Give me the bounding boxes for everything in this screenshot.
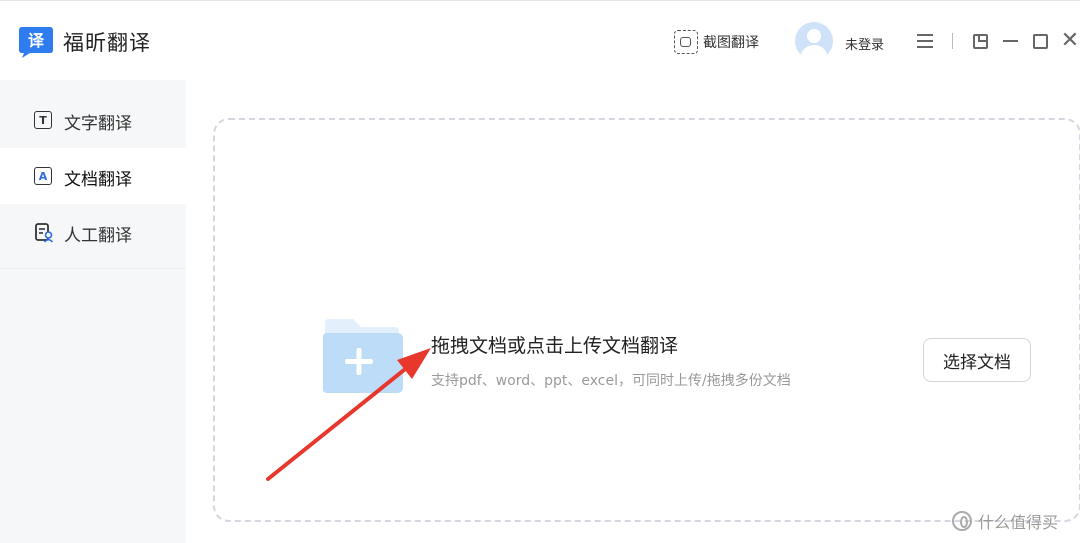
upload-title: 拖拽文档或点击上传文档翻译 <box>431 335 679 357</box>
app-logo-glyph: 译 <box>28 31 45 50</box>
title-bar: 译 福昕翻译 截图翻译 未登录 ✕ <box>0 0 1080 80</box>
close-icon[interactable]: ✕ <box>1060 30 1080 52</box>
sidebar-item-text-translate[interactable]: T 文字翻译 <box>0 92 186 148</box>
app-logo-icon: 译 <box>19 27 53 58</box>
screenshot-translate-label: 截图翻译 <box>703 35 759 51</box>
sidebar-divider <box>0 268 186 269</box>
human-translate-icon <box>35 223 54 243</box>
screenshot-translate-button[interactable]: 截图翻译 <box>674 30 759 54</box>
text-translate-icon: T <box>34 111 52 129</box>
sidebar-item-label: 文字翻译 <box>64 114 132 134</box>
avatar-body <box>801 45 827 60</box>
upload-hint: 支持pdf、word、ppt、excel，可同时上传/拖拽多份文档 <box>431 373 791 389</box>
folder-add-icon <box>323 319 403 393</box>
sidebar-item-label: 文档翻译 <box>64 170 132 190</box>
maximize-icon[interactable] <box>1031 31 1049 51</box>
choose-document-button[interactable]: 选择文档 <box>923 338 1031 382</box>
camera-icon <box>674 30 698 54</box>
menu-icon[interactable] <box>915 31 935 51</box>
sidebar-item-document-translate[interactable]: A 文档翻译 <box>0 148 186 204</box>
watermark-logo-icon <box>952 511 972 531</box>
sidebar-item-label: 人工翻译 <box>64 226 132 246</box>
avatar-head <box>807 29 821 43</box>
pin-icon[interactable] <box>971 31 989 51</box>
minimize-icon[interactable] <box>1001 31 1019 51</box>
watermark-text: 什么值得买 <box>978 513 1059 532</box>
document-translate-icon: A <box>34 167 52 185</box>
main-panel: 拖拽文档或点击上传文档翻译 支持pdf、word、ppt、excel，可同时上传… <box>186 80 1080 543</box>
sidebar: T 文字翻译 A 文档翻译 人工翻译 <box>0 80 186 543</box>
watermark: 什么值得买 <box>952 509 1058 533</box>
sidebar-item-human-translate[interactable]: 人工翻译 <box>0 204 186 260</box>
user-avatar[interactable] <box>795 22 833 60</box>
login-status[interactable]: 未登录 <box>845 34 884 53</box>
upload-dropzone[interactable]: 拖拽文档或点击上传文档翻译 支持pdf、word、ppt、excel，可同时上传… <box>213 118 1080 522</box>
app-name: 福昕翻译 <box>63 31 151 55</box>
titlebar-divider <box>952 33 953 49</box>
